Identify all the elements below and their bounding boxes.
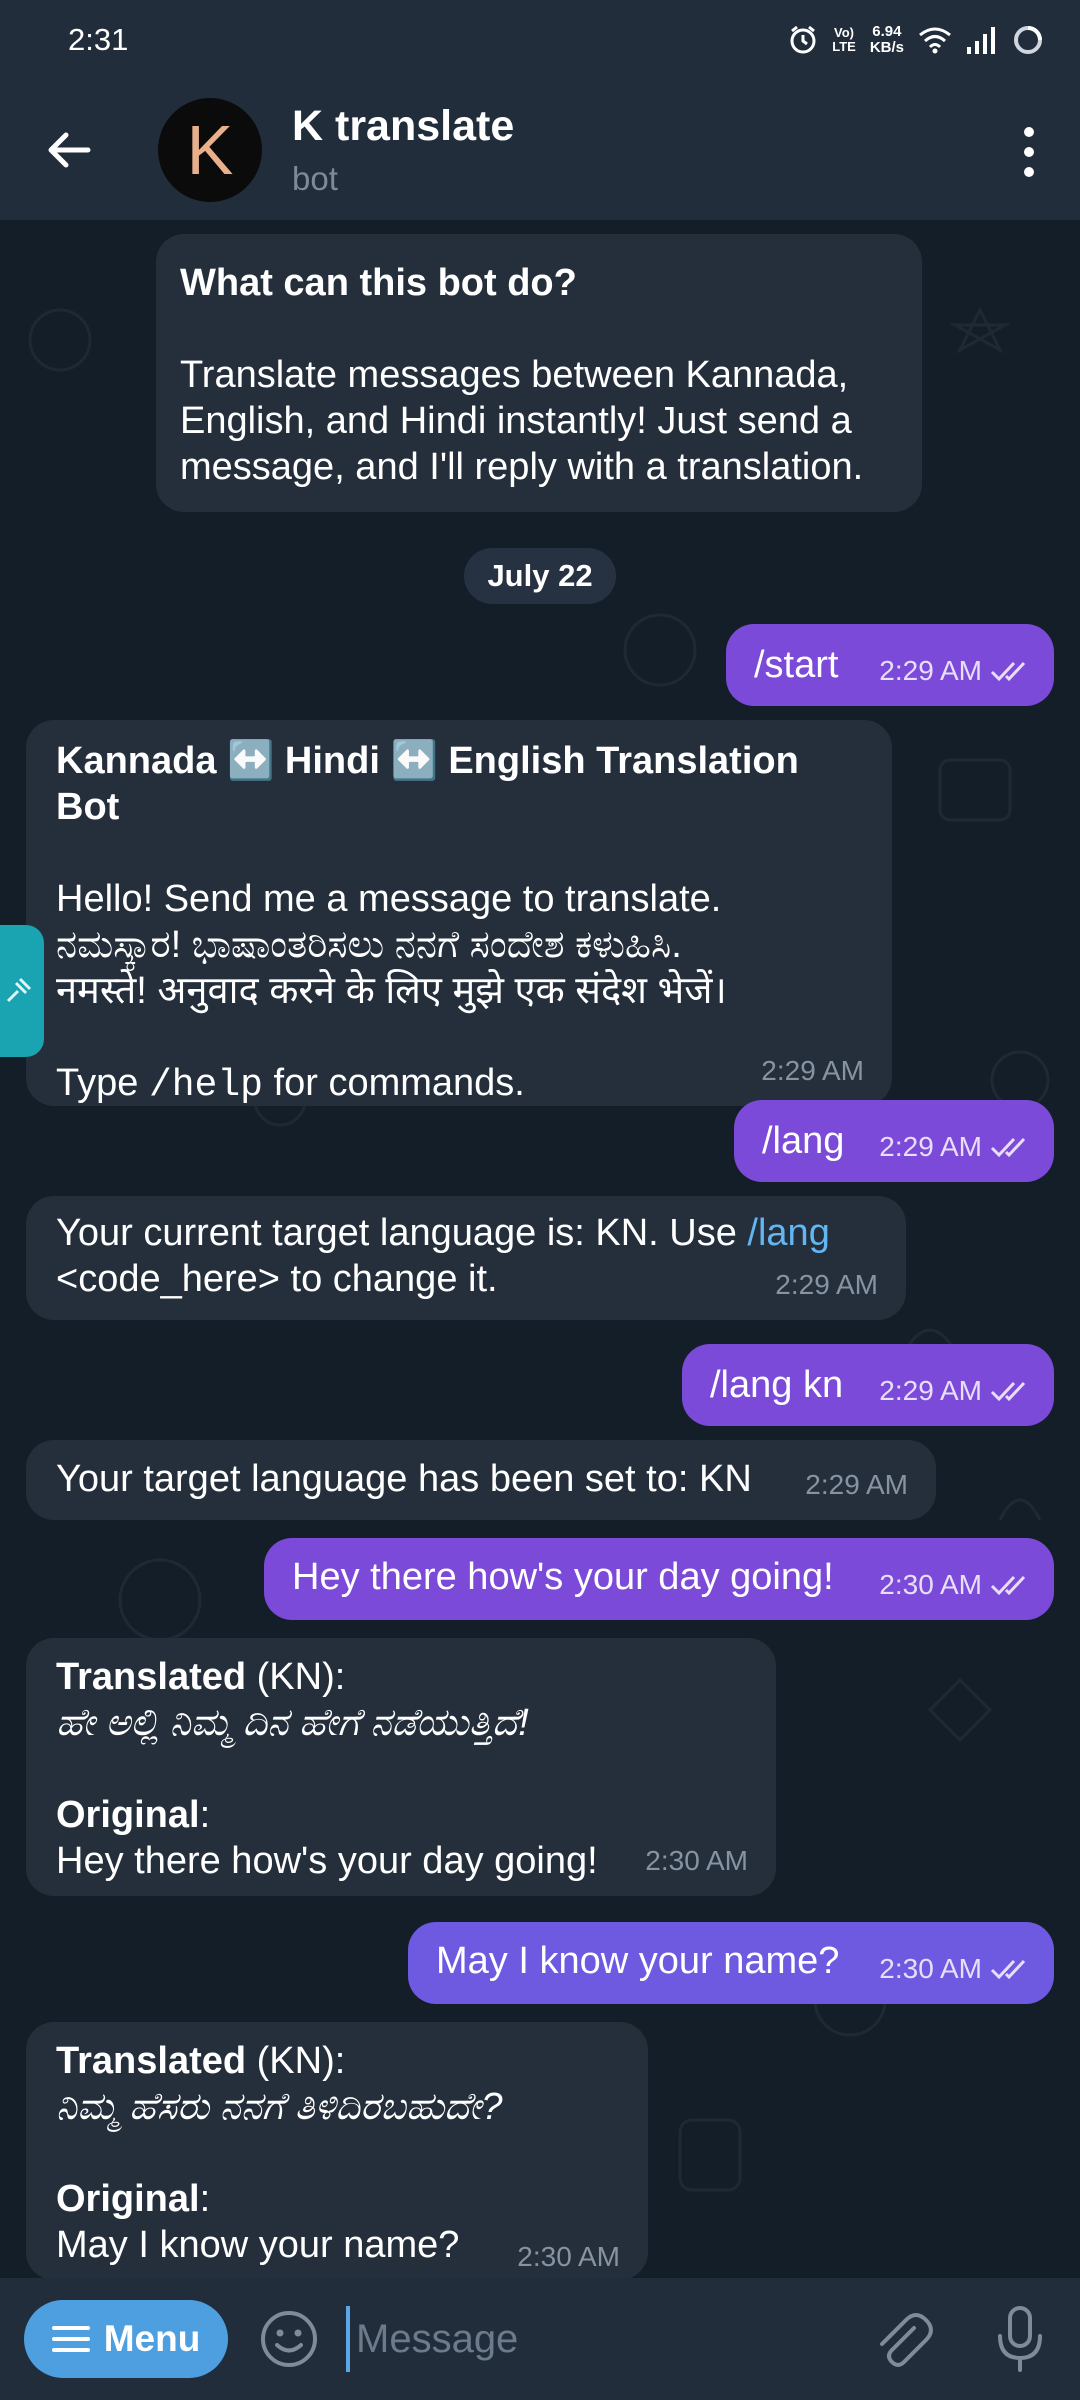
message-time: 2:30 AM bbox=[879, 1953, 982, 1984]
message-meta: 2:29 AM bbox=[879, 1124, 1030, 1170]
language-code: (KN): bbox=[246, 2040, 346, 2082]
message-line: Hello! Send me a message to translate. bbox=[56, 878, 722, 920]
wifi-icon bbox=[919, 27, 951, 54]
status-bar: 2:31 Vo) LTE 6.94 KB/s bbox=[0, 0, 1080, 80]
double-check-icon bbox=[990, 1381, 1026, 1402]
incoming-message[interactable]: Your current target language is: KN. Use… bbox=[26, 1196, 906, 1320]
translated-text: ನಿಮ್ಮ ಹೆಸರು ನನಗೆ ತಿಳಿದಿರಬಹುದೇ? bbox=[56, 2086, 503, 2128]
volte-top: Vo) bbox=[834, 25, 854, 40]
command-text[interactable]: /help bbox=[149, 1064, 263, 1107]
translated-header: Translated (KN): bbox=[56, 2038, 618, 2084]
microphone-icon[interactable] bbox=[992, 2304, 1048, 2374]
original-label: Original bbox=[56, 2178, 200, 2220]
network-rate-value: 6.94 bbox=[872, 23, 902, 40]
message-time: 2:29 AM bbox=[761, 1055, 864, 1086]
translated-label: Translated bbox=[56, 2040, 247, 2082]
message-title: Kannada ↔️ Hindi ↔️ English Translation … bbox=[56, 740, 799, 828]
double-check-icon bbox=[990, 1575, 1026, 1596]
chat-subtitle: bot bbox=[292, 160, 338, 197]
message-text: Hey there how's your day going! bbox=[292, 1556, 834, 1598]
message-text-line2: <code_here> to change it. bbox=[56, 1258, 498, 1300]
message-time: 2:30 AM bbox=[879, 1569, 982, 1600]
chat-header: K K translate bot bbox=[0, 80, 1080, 220]
status-icons: Vo) LTE 6.94 KB/s bbox=[788, 18, 1044, 62]
network-rate-unit: KB/s bbox=[869, 39, 904, 56]
signal-icon bbox=[967, 27, 995, 54]
translated-text: ಹೇ ಅಲ್ಲಿ ನಿಮ್ಮ ದಿನ ಹೇಗೆ ನಡೆಯುತ್ತಿದೆ! bbox=[56, 1702, 529, 1744]
message-line: ನಮಸ್ಕಾರ! ಭಾಷಾಂತರಿಸಲು ನನಗೆ ಸಂದೇಶ ಕಳುಹಿಸಿ. bbox=[56, 924, 682, 966]
message-text: /start bbox=[754, 644, 839, 686]
message-time: 2:30 AM bbox=[645, 1845, 748, 1876]
incoming-message[interactable]: Translated (KN): ಹೇ ಅಲ್ಲಿ ನಿಮ್ಮ ದಿನ ಹೇಗೆ… bbox=[26, 1638, 776, 1896]
original-label: Original bbox=[56, 1794, 200, 1836]
message-text: Your current target language is: KN. Use… bbox=[56, 1210, 876, 1256]
volte-bottom: LTE bbox=[832, 39, 856, 54]
outgoing-message[interactable]: /lang kn 2:29 AM bbox=[682, 1344, 1054, 1426]
language-code: (KN): bbox=[246, 1656, 346, 1698]
message-meta: 2:30 AM bbox=[879, 1562, 1030, 1608]
original-colon: : bbox=[199, 2178, 211, 2220]
original-text: Hey there how's your day going! bbox=[56, 1840, 598, 1882]
message-time: 2:29 AM bbox=[879, 1375, 982, 1406]
message-text: Your target language has been set to: KN bbox=[56, 1458, 752, 1500]
chat-area[interactable]: What can this bot do? Translate messages… bbox=[0, 220, 1080, 2278]
avatar-letter: K bbox=[186, 111, 234, 189]
text-fragment: for commands. bbox=[262, 1062, 525, 1104]
message-time: 2:30 AM bbox=[517, 2241, 620, 2272]
original-colon: : bbox=[199, 1794, 211, 1836]
more-options-icon[interactable] bbox=[1014, 124, 1044, 180]
text-fragment: Type bbox=[56, 1062, 149, 1104]
incoming-message[interactable]: Translated (KN): ನಿಮ್ಮ ಹೆಸರು ನನಗೆ ತಿಳಿದಿ… bbox=[26, 2022, 648, 2278]
outgoing-message[interactable]: /start 2:29 AM bbox=[726, 624, 1054, 706]
chat-title[interactable]: K translate bbox=[292, 102, 514, 151]
original-header: Original: bbox=[56, 1792, 746, 1838]
message-time: 2:29 AM bbox=[775, 1269, 878, 1300]
outgoing-message[interactable]: May I know your name? 2:30 AM bbox=[408, 1922, 1054, 2004]
message-text: /lang bbox=[762, 1120, 845, 1162]
floating-side-tab[interactable] bbox=[0, 925, 44, 1057]
message-text: /lang kn bbox=[710, 1364, 844, 1406]
message-input[interactable]: Message bbox=[346, 2306, 856, 2372]
message-input-bar: Menu Message bbox=[0, 2278, 1080, 2400]
attachment-icon[interactable] bbox=[870, 2306, 934, 2372]
message-meta: 2:29 AM bbox=[879, 1368, 1030, 1414]
message-meta: 2:30 AM bbox=[879, 1946, 1030, 1992]
message-line: Type /help for commands. bbox=[56, 1060, 862, 1109]
intro-body: Translate messages between Kannada, Engl… bbox=[180, 354, 864, 488]
volte-indicator: Vo) LTE bbox=[832, 26, 856, 54]
translated-label: Translated bbox=[56, 1656, 247, 1698]
original-header: Original: bbox=[56, 2176, 618, 2222]
pin-icon bbox=[6, 977, 32, 1003]
outgoing-message[interactable]: Hey there how's your day going! 2:30 AM bbox=[264, 1538, 1054, 1620]
intro-heading: What can this bot do? bbox=[180, 262, 577, 304]
outgoing-message[interactable]: /lang 2:29 AM bbox=[734, 1100, 1054, 1182]
hamburger-icon bbox=[51, 2326, 90, 2352]
command-link[interactable]: /lang bbox=[747, 1212, 829, 1254]
double-check-icon bbox=[990, 661, 1026, 682]
double-check-icon bbox=[990, 1959, 1026, 1980]
bot-menu-button[interactable]: Menu bbox=[24, 2300, 228, 2378]
back-arrow-icon[interactable] bbox=[40, 120, 100, 180]
message-line: नमस्ते! अनुवाद करने के लिए मुझे एक संदेश… bbox=[56, 970, 727, 1012]
double-check-icon bbox=[990, 1137, 1026, 1158]
message-time: 2:29 AM bbox=[879, 655, 982, 686]
battery-icon bbox=[1014, 26, 1042, 54]
status-time: 2:31 bbox=[68, 22, 129, 57]
message-meta: 2:29 AM bbox=[879, 648, 1030, 694]
message-time: 2:29 AM bbox=[879, 1131, 982, 1162]
incoming-message[interactable]: Your target language has been set to: KN… bbox=[26, 1440, 936, 1520]
bot-avatar[interactable]: K bbox=[158, 98, 262, 202]
text-fragment: Your current target language is: KN. Use bbox=[56, 1212, 748, 1254]
date-separator: July 22 bbox=[464, 548, 616, 604]
alarm-icon bbox=[790, 25, 816, 54]
message-time: 2:29 AM bbox=[805, 1469, 908, 1500]
translated-header: Translated (KN): bbox=[56, 1654, 746, 1700]
menu-button-label: Menu bbox=[103, 2318, 201, 2359]
emoji-icon[interactable] bbox=[258, 2308, 320, 2370]
message-text: May I know your name? bbox=[436, 1940, 840, 1982]
network-rate: 6.94 KB/s bbox=[870, 24, 904, 56]
incoming-message[interactable]: Kannada ↔️ Hindi ↔️ English Translation … bbox=[26, 720, 892, 1109]
bot-intro-card: What can this bot do? Translate messages… bbox=[156, 234, 922, 512]
